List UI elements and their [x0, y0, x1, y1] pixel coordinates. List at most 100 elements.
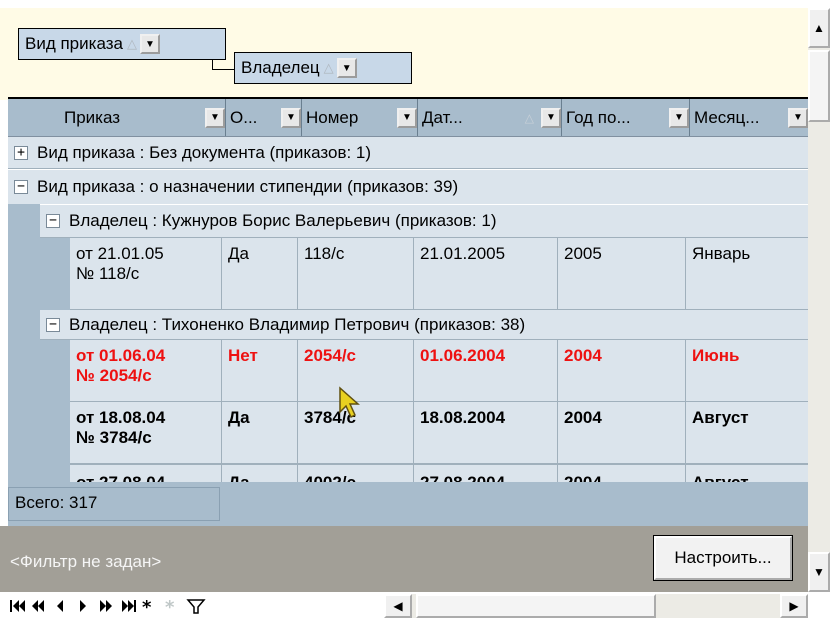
group-row-label: Владелец : Тихоненко Владимир Петрович (…: [69, 314, 526, 334]
collapse-icon[interactable]: −: [46, 214, 60, 228]
cell-year: 2004: [558, 340, 686, 401]
cell-month: Август: [686, 465, 808, 482]
total-count: Всего: 317: [8, 487, 220, 521]
column-label: Год по...: [566, 107, 631, 127]
cell-date: 01.06.2004: [414, 340, 558, 401]
cell-order: от 18.08.04 № 3784/с: [70, 402, 222, 463]
filter-icon[interactable]: [186, 599, 206, 614]
cell-year: 2005: [558, 238, 686, 309]
cell-order: от 21.01.05 № 118/с: [70, 238, 222, 309]
sort-asc-icon: △: [524, 110, 534, 125]
cell-o: Нет: [222, 340, 298, 401]
column-header-order[interactable]: Приказ ▼: [8, 99, 226, 136]
prev-page-icon[interactable]: [32, 600, 44, 612]
setup-filter-button[interactable]: Настроить...: [653, 535, 793, 581]
column-header-o[interactable]: О... ▼: [226, 99, 302, 136]
collapse-icon[interactable]: −: [14, 180, 28, 194]
svg-text:*: *: [142, 597, 152, 615]
dropdown-arrow-icon[interactable]: ▼: [336, 58, 357, 78]
group-row[interactable]: + Вид приказа : Без документа (приказов:…: [8, 137, 808, 169]
cell-date: 18.08.2004: [414, 402, 558, 463]
group-row-label: Вид приказа : о назначении стипендии (пр…: [37, 177, 459, 196]
prev-icon[interactable]: [57, 600, 63, 612]
order-number-text: № 3784/с: [76, 428, 152, 447]
filter-status-text: <Фильтр не задан>: [10, 552, 162, 571]
scroll-right-arrow-icon[interactable]: ▶: [780, 594, 808, 618]
dropdown-arrow-icon[interactable]: ▼: [281, 107, 301, 128]
group-chip-label: Вид приказа: [25, 34, 123, 53]
dropdown-arrow-icon[interactable]: ▼: [669, 107, 689, 128]
group-chip-order-type[interactable]: Вид приказа △ ▼: [18, 28, 226, 60]
expand-icon[interactable]: +: [14, 145, 28, 160]
group-chip-owner[interactable]: Владелец △ ▼: [234, 52, 412, 84]
indent-strip: [40, 238, 70, 310]
column-header-date[interactable]: Дат... △ ▼: [418, 99, 562, 136]
cell-order: от 27.08.04: [70, 465, 222, 482]
column-header-number[interactable]: Номер ▼: [302, 99, 418, 136]
indent-strip: [8, 204, 40, 482]
horizontal-scroll-thumb[interactable]: [416, 594, 656, 618]
first-icon[interactable]: [10, 600, 25, 612]
cell-year: 2004: [558, 465, 686, 482]
cell-o: Да: [222, 238, 298, 309]
table-row[interactable]: от 27.08.04 Да 4002/с 27.08.2004 2004 Ав…: [70, 464, 808, 482]
table-row[interactable]: от 18.08.04 № 3784/с Да 3784/с 18.08.200…: [70, 402, 808, 464]
cell-number: 118/с: [298, 238, 414, 309]
column-label: Дат...: [422, 107, 463, 127]
next-page-icon[interactable]: [100, 600, 112, 612]
table-row[interactable]: от 01.06.04 № 2054/с Нет 2054/с 01.06.20…: [70, 340, 808, 402]
cell-order: от 01.06.04 № 2054/с: [70, 340, 222, 401]
group-row[interactable]: − Владелец : Тихоненко Владимир Петрович…: [40, 310, 808, 340]
cell-date: 21.01.2005: [414, 238, 558, 309]
delete-icon[interactable]: *: [165, 597, 175, 615]
column-header-row: Приказ ▼ О... ▼ Номер ▼ Дат... △ ▼ Год п…: [8, 97, 808, 137]
cell-month: Август: [692, 408, 749, 427]
group-chip-label: Владелец: [241, 58, 320, 77]
sort-asc-icon: △: [323, 60, 334, 75]
mouse-cursor-icon: [339, 386, 360, 419]
group-row-label: Владелец : Кужнуров Борис Валерьевич (пр…: [69, 211, 497, 230]
scroll-up-arrow-icon[interactable]: ▲: [808, 8, 830, 48]
sort-asc-icon: △: [126, 36, 137, 51]
cell-date: 27.08.2004: [414, 465, 558, 482]
column-header-month[interactable]: Месяц... ▼: [690, 99, 808, 136]
column-label: Номер: [306, 107, 359, 127]
group-row-label: Вид приказа : Без документа (приказов: 1…: [37, 142, 372, 162]
column-label: О...: [230, 107, 258, 127]
order-number-text: № 118/с: [76, 264, 140, 283]
dropdown-arrow-icon[interactable]: ▼: [788, 107, 808, 128]
next-icon[interactable]: [80, 600, 86, 612]
table-row-clip: от 27.08.04 Да 4002/с 27.08.2004 2004 Ав…: [70, 464, 808, 482]
cell-year: 2004: [558, 402, 686, 463]
cell-month: Январь: [692, 244, 751, 263]
cell-month: Июнь: [692, 346, 740, 365]
navigator-buttons: * *: [10, 597, 206, 615]
svg-text:*: *: [165, 597, 175, 615]
dropdown-arrow-icon[interactable]: ▼: [139, 34, 160, 54]
column-header-year[interactable]: Год по... ▼: [562, 99, 690, 136]
group-row[interactable]: − Владелец : Кужнуров Борис Валерьевич (…: [40, 205, 808, 238]
order-date-text: от 21.01.05: [76, 244, 164, 263]
cell-number: 4002/с: [298, 465, 414, 482]
group-connector: [212, 60, 234, 70]
scroll-left-arrow-icon[interactable]: ◀: [384, 594, 412, 618]
horizontal-scrollbar[interactable]: ◀ ▶: [384, 594, 808, 618]
group-row[interactable]: − Вид приказа : о назначении стипендии (…: [8, 170, 808, 204]
dropdown-arrow-icon[interactable]: ▼: [541, 107, 561, 128]
column-label: Месяц...: [694, 107, 760, 127]
vertical-scrollbar[interactable]: ▲ ▼: [808, 8, 830, 592]
scroll-down-arrow-icon[interactable]: ▼: [808, 552, 830, 592]
vertical-scroll-thumb[interactable]: [808, 50, 830, 122]
column-label: Приказ: [64, 107, 121, 127]
insert-icon[interactable]: *: [142, 597, 152, 615]
order-date-text: от 18.08.04: [76, 408, 166, 427]
dropdown-arrow-icon[interactable]: ▼: [205, 107, 225, 128]
indent-strip: [40, 340, 70, 482]
collapse-icon[interactable]: −: [46, 317, 60, 332]
table-row[interactable]: от 21.01.05 № 118/с Да 118/с 21.01.2005 …: [70, 238, 808, 310]
cell-o: Да: [222, 465, 298, 482]
cell-o: Да: [222, 402, 298, 463]
dropdown-arrow-icon[interactable]: ▼: [397, 107, 417, 128]
last-icon[interactable]: [122, 600, 136, 612]
order-date-text: от 01.06.04: [76, 346, 166, 365]
